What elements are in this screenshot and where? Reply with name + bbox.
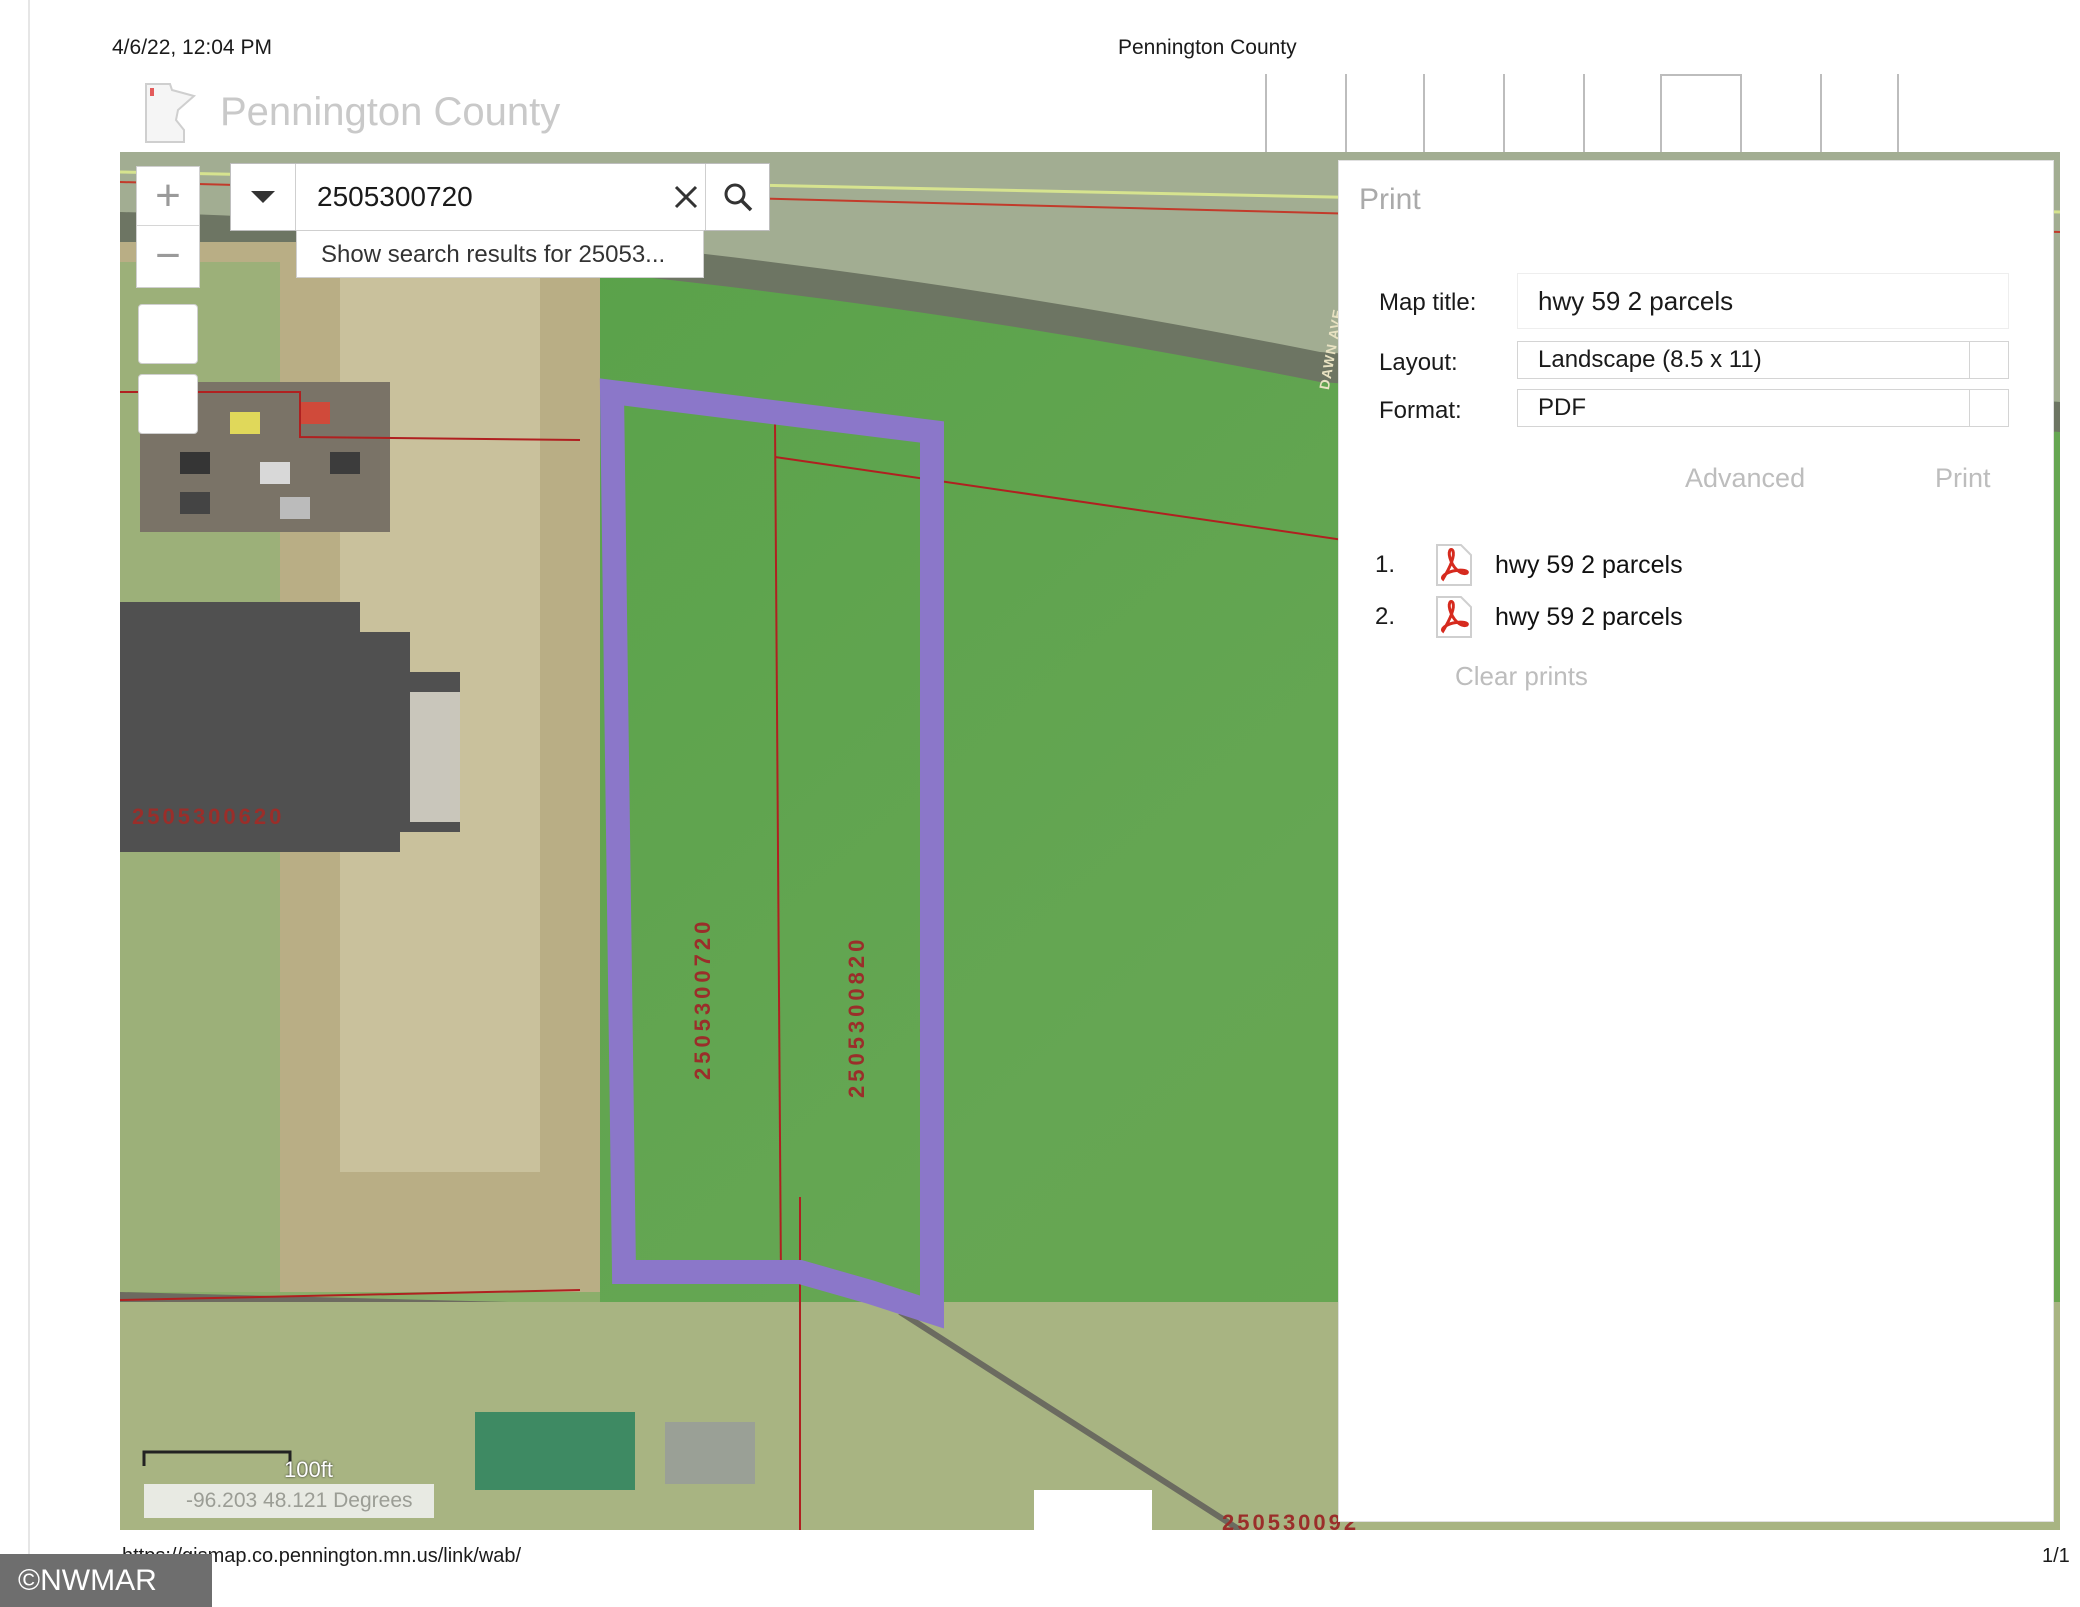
search-widget (230, 163, 770, 231)
search-input[interactable] (297, 164, 667, 230)
chevron-down-icon (1969, 342, 2008, 378)
search-source-dropdown[interactable] (231, 164, 296, 230)
map-title-input[interactable]: hwy 59 2 parcels (1517, 273, 2009, 329)
format-select[interactable]: PDF (1517, 389, 2009, 427)
parcel-label: 2505300820 (844, 935, 869, 1098)
result-label: hwy 59 2 parcels (1495, 550, 1683, 579)
print-result-item[interactable]: 2. hwy 59 2 parcels (1375, 595, 1683, 639)
pdf-file-icon (1436, 596, 1472, 638)
home-button[interactable] (138, 304, 198, 364)
parcel-label: 2505300720 (690, 917, 715, 1080)
coordinates-readout: -96.203 48.121 Degrees (144, 1484, 434, 1518)
watermark: ©NWMAR (0, 1554, 212, 1607)
pdf-file-icon (1436, 544, 1472, 586)
parcel-label: 2505300620 (132, 804, 285, 829)
header-toolbar-dividers (1265, 74, 1985, 154)
layout-select[interactable]: Landscape (8.5 x 11) (1517, 341, 2009, 379)
result-number: 1. (1375, 551, 1396, 578)
advanced-button[interactable]: Advanced (1685, 463, 1805, 494)
panel-title: Print (1359, 183, 1421, 216)
app-title: Pennington County (220, 90, 561, 134)
map-title-label: Map title: (1379, 289, 1477, 316)
page-edge (28, 0, 30, 1607)
zoom-out-button[interactable]: − (137, 227, 199, 285)
minnesota-state-icon (145, 83, 197, 143)
result-label: hwy 59 2 parcels (1495, 602, 1683, 631)
format-select-value: PDF (1538, 394, 1586, 421)
chevron-down-icon (1969, 390, 2008, 426)
print-panel: Print Map title: hwy 59 2 parcels Layout… (1338, 160, 2054, 1522)
layout-select-value: Landscape (8.5 x 11) (1538, 346, 1762, 373)
layout-label: Layout: (1379, 349, 1458, 376)
print-result-item[interactable]: 1. hwy 59 2 parcels (1375, 543, 1683, 587)
search-suggestion[interactable]: Show search results for 25053... (296, 230, 704, 278)
scale-bar (142, 1450, 292, 1466)
print-page-title: Pennington County (1118, 36, 1297, 59)
print-button[interactable]: Print (1935, 463, 1991, 494)
result-number: 2. (1375, 603, 1396, 630)
close-icon (674, 185, 698, 209)
locate-button[interactable] (138, 374, 198, 434)
search-button[interactable] (705, 164, 770, 230)
print-datetime: 4/6/22, 12:04 PM (112, 36, 272, 59)
chevron-down-icon (251, 191, 275, 203)
clear-prints-button[interactable]: Clear prints (1455, 661, 1588, 692)
page-number: 1/1 (2042, 1545, 2070, 1567)
zoom-in-button[interactable]: + (137, 167, 199, 226)
format-label: Format: (1379, 397, 1462, 424)
search-icon (724, 183, 753, 212)
search-clear-button[interactable] (661, 164, 711, 230)
zoom-control: + − (136, 166, 200, 288)
scale-label: 100ft (284, 1457, 333, 1482)
